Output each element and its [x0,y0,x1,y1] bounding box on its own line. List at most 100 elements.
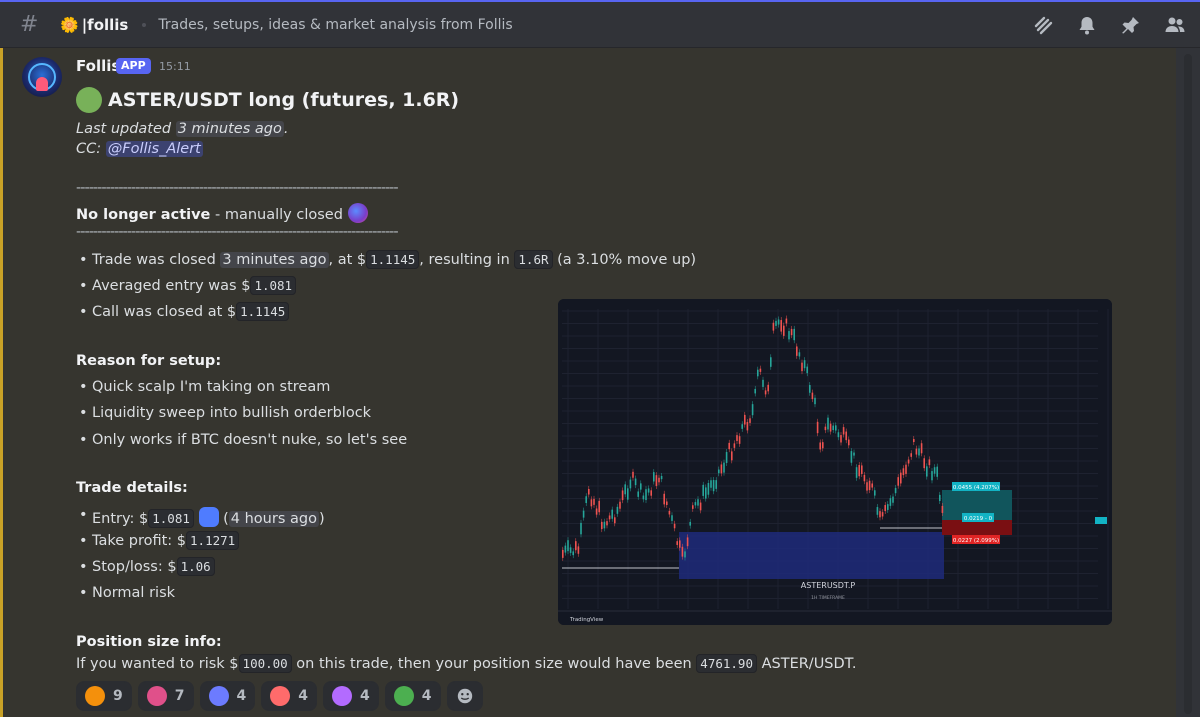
sl-code: 1.06 [176,557,215,576]
move-text: (a 3.10% move up) [552,252,697,268]
header-toolbar [1032,14,1186,36]
reason-heading: Reason for setup: [76,353,222,369]
chart-image-embed[interactable]: 0.0455 (4.207%) 0.0219 - 0 0.0227 (2.099… [558,299,1112,625]
avg-entry-code: 1.081 [250,276,297,295]
last-updated-suffix: . [283,121,289,137]
message-title: ASTER/USDT long (futures, 1.6R) [76,87,459,113]
pin-icon[interactable] [1120,14,1142,36]
bell-icon[interactable] [1076,14,1098,36]
chart-timeframe: 1H TIMEFRAME [811,595,845,601]
message-title-text: ASTER/USDT long (futures, 1.6R) [108,89,460,111]
reaction-count: 9 [113,688,123,704]
reaction-bar: 9 7 4 4 4 4 [76,681,483,711]
reaction-custom-emoji-2[interactable]: 4 [261,681,317,711]
reaction-count: 4 [236,688,247,704]
divider-top: ----------------------------------------… [76,180,399,196]
avatar-figure [36,77,48,91]
reaction-custom-emoji-1[interactable]: 7 [137,681,194,711]
add-reaction-button[interactable] [446,681,483,711]
divider-bottom: ----------------------------------------… [76,224,399,240]
reaction-count: 4 [298,688,308,704]
position-text-b: on this trade, then your position size w… [291,656,697,672]
header-divider-dot [142,22,147,27]
reaction-heart-emoji[interactable]: 4 [199,681,256,711]
last-updated-timestamp[interactable]: 3 minutes ago [175,121,284,137]
list-item: Stop/loss: $1.06 [92,557,215,576]
position-heading: Position size info: [76,634,222,650]
entry-code: 1.081 [148,509,194,528]
reaction-fire-emoji[interactable]: 9 [76,681,132,711]
bullet-dot: • [79,533,88,549]
entry-time-open: ( [218,511,229,527]
bullet-dot: • [79,507,88,523]
reaction-count: 7 [174,688,185,704]
size-code: 4761.90 [696,654,757,673]
avatar[interactable] [22,57,62,97]
fire-emoji-icon [85,686,105,706]
position-text-a: If you wanted to risk $ [76,656,239,672]
last-updated-prefix: Last updated [76,121,176,137]
sl-label-text: 0.0227 (2.099%) [953,538,999,544]
list-item: Call was closed at $1.1145 [92,302,290,321]
members-icon[interactable] [1164,14,1186,36]
channel-name[interactable]: |follis [82,16,129,34]
message-timestamp[interactable]: 15:11 [159,60,191,73]
avg-entry-text: Averaged entry was $ [92,278,251,294]
entry-time-close: ) [318,511,325,527]
app-badge: APP [116,58,151,74]
verified-check-icon [198,507,219,527]
bullet-dot: • [79,252,88,268]
close-text-result: , resulting in [419,252,515,268]
close-text-at: , at $ [328,252,367,268]
list-item: Take profit: $1.1271 [92,531,240,550]
bullet-dot: • [79,304,88,320]
custom-emoji-3-icon [332,686,352,706]
tp-label-text: 0.0455 (4.207%) [953,485,999,491]
status-rest: - manually closed [210,207,343,223]
custom-emoji-2-icon [270,686,291,706]
custom-emoji-icon [347,203,368,223]
bullet-dot: • [79,585,88,601]
close-timestamp[interactable]: 3 minutes ago [220,252,329,268]
channel-topic[interactable]: Trades, setups, ideas & market analysis … [158,17,512,33]
cc-line: CC: @Follis_Alert [76,141,203,157]
author-name[interactable]: Follis [76,57,120,75]
status-bold: No longer active [76,207,211,223]
orderblock-zone [679,532,944,579]
smiley-add-icon [457,688,472,704]
reaction-custom-emoji-3[interactable]: 4 [323,681,379,711]
bullet-dot: • [79,432,88,448]
last-updated-line: Last updated 3 minutes ago. [76,121,288,137]
cc-prefix: CC: [76,141,106,157]
position-text-c: ASTER/USDT. [756,656,857,672]
reaction-count: 4 [360,688,370,704]
closed-at-text: Call was closed at $ [92,304,237,320]
price-axis-marker [1095,517,1107,524]
threads-icon[interactable] [1032,14,1054,36]
tradingview-brand: TradingView [569,617,604,623]
tp-label: Take profit: $ [92,533,187,549]
message-area: Follis APP 15:11 ASTER/USDT long (future… [0,48,1200,717]
chart-symbol: ASTERUSDT.P [801,581,856,590]
role-mention[interactable]: @Follis_Alert [105,141,203,157]
position-line: If you wanted to risk $100.00 on this tr… [76,654,857,673]
list-item: Normal risk [92,585,176,601]
mid-label-text: 0.0219 - 0 [964,516,993,522]
custom-emoji-4-icon [393,686,414,706]
list-item: Liquidity sweep into bullish orderblock [92,405,372,421]
status-line: No longer active - manually closed [76,203,368,223]
list-item: Entry: $1.081 (4 hours ago) [92,507,325,528]
details-heading: Trade details: [76,480,188,496]
list-item: Averaged entry was $1.081 [92,276,297,295]
tp-code: 1.1271 [186,531,240,550]
reaction-custom-emoji-4[interactable]: 4 [384,681,441,711]
bullet-dot: • [79,405,88,421]
result-r-code: 1.6R [514,250,553,269]
custom-emoji-1-icon [146,686,167,706]
bullet-dot: • [79,278,88,294]
stop-loss-zone [942,520,1012,535]
entry-timestamp[interactable]: 4 hours ago [228,511,319,527]
tradingview-chart: 0.0455 (4.207%) 0.0219 - 0 0.0227 (2.099… [558,299,1112,625]
heart-emoji-icon [208,686,229,706]
scrollbar-track[interactable] [1184,54,1192,714]
